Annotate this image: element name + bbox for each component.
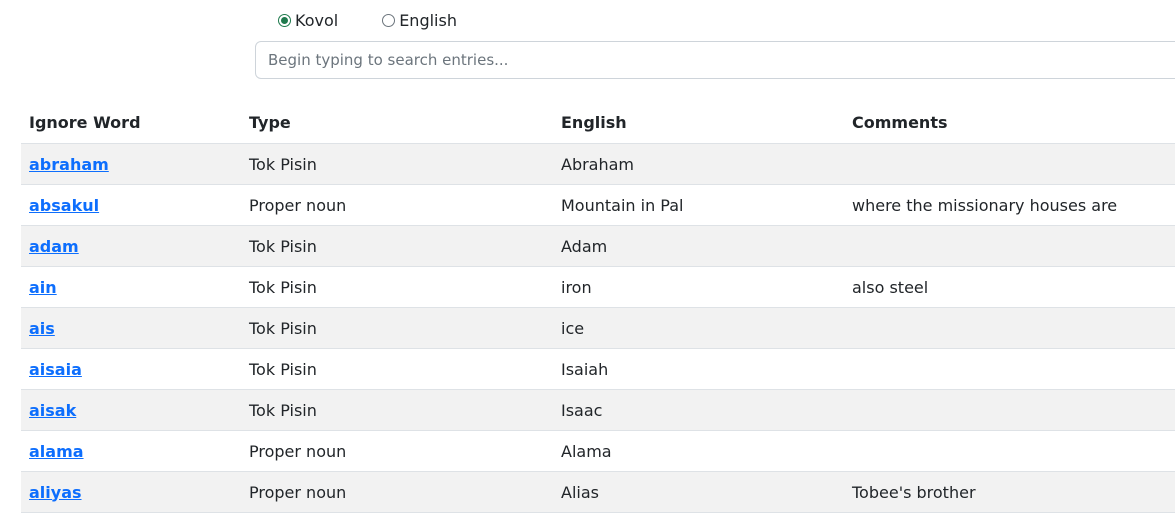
comments-cell: where the missionary houses are [844,184,1175,226]
english-cell: Adam [553,225,844,267]
language-toggle: Kovol English [278,10,501,30]
column-header-ignore-word: Ignore Word [21,102,241,144]
comments-cell [844,143,1175,185]
table-row: ain Tok Pisin iron also steel [21,266,1175,308]
table-row: aliyas Proper noun Alias Tobee's brother [21,471,1175,513]
table-row: aisaia Tok Pisin Isaiah [21,348,1175,390]
type-cell: Tok Pisin [241,348,553,390]
word-link[interactable]: aisaia [29,360,82,379]
word-cell: adam [21,225,241,267]
english-cell: Abraham [553,143,844,185]
word-cell: aisak [21,389,241,431]
english-cell: iron [553,266,844,308]
table-row: alama Proper noun Alama [21,430,1175,472]
search-input[interactable] [255,41,1175,79]
comments-cell [844,348,1175,390]
word-link[interactable]: abraham [29,155,109,174]
word-link[interactable]: ais [29,319,55,338]
word-cell: ais [21,307,241,349]
dictionary-page: Kovol English Ignore Word Type English C… [0,0,1175,520]
word-cell: aisaia [21,348,241,390]
word-link[interactable]: adam [29,237,79,256]
table-row: aisak Tok Pisin Isaac [21,389,1175,431]
word-link[interactable]: ain [29,278,57,297]
word-link[interactable]: absakul [29,196,99,215]
english-cell: Mountain in Pal [553,184,844,226]
word-cell: absakul [21,184,241,226]
english-cell: ice [553,307,844,349]
table-row: absakul Proper noun Mountain in Pal wher… [21,184,1175,226]
type-cell: Tok Pisin [241,143,553,185]
radio-button-unchecked-icon[interactable] [382,13,396,27]
table-row: abraham Tok Pisin Abraham [21,143,1175,185]
table-row: adam Tok Pisin Adam [21,225,1175,267]
comments-cell: also steel [844,266,1175,308]
english-cell: Alama [553,430,844,472]
column-header-type: Type [241,102,553,144]
word-link[interactable]: alama [29,442,84,461]
comments-cell [844,430,1175,472]
type-cell: Proper noun [241,184,553,226]
type-cell: Tok Pisin [241,266,553,308]
entries-table: Ignore Word Type English Comments abraha… [21,102,1175,513]
english-cell: Isaiah [553,348,844,390]
word-cell: alama [21,430,241,472]
word-cell: ain [21,266,241,308]
english-cell: Isaac [553,389,844,431]
type-cell: Tok Pisin [241,307,553,349]
word-cell: abraham [21,143,241,185]
radio-label-kovol: Kovol [295,10,339,30]
radio-option-english[interactable]: English [382,11,457,30]
type-cell: Tok Pisin [241,225,553,267]
column-header-comments: Comments [844,102,1175,144]
radio-button-checked-icon[interactable] [278,13,291,27]
word-link[interactable]: aisak [29,401,76,420]
radio-option-kovol[interactable]: Kovol [278,11,338,30]
type-cell: Tok Pisin [241,389,553,431]
type-cell: Proper noun [241,430,553,472]
word-cell: aliyas [21,471,241,513]
type-cell: Proper noun [241,471,553,513]
word-link[interactable]: aliyas [29,483,82,502]
comments-cell: Tobee's brother [844,471,1175,513]
radio-label-english: English [399,10,457,30]
comments-cell [844,225,1175,267]
column-header-english: English [553,102,844,144]
english-cell: Alias [553,471,844,513]
table-row: ais Tok Pisin ice [21,307,1175,349]
comments-cell [844,307,1175,349]
comments-cell [844,389,1175,431]
table-header-row: Ignore Word Type English Comments [21,102,1175,144]
